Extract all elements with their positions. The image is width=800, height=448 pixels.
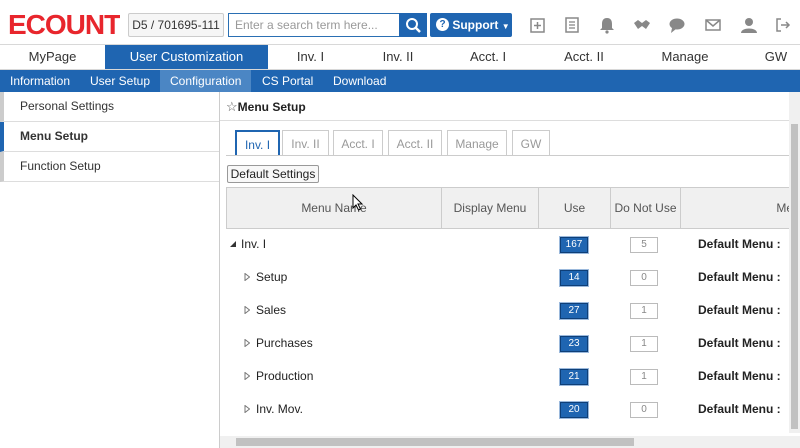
horizontal-scroll-thumb[interactable] [236,438,634,446]
menu-grid: Menu Name Display Menu Use Do Not Use Me… [226,187,790,439]
menu-name[interactable]: Production [256,369,313,383]
sub-tab-cs-portal[interactable]: CS Portal [252,70,323,92]
table-row: Inv. Mov. 20 0 Default Menu : [226,394,790,427]
vertical-scroll-thumb[interactable] [791,124,798,429]
default-menu-label: Default Menu : [698,369,781,383]
sub-tab-information[interactable]: Information [0,70,80,92]
not-use-count-badge[interactable]: 1 [630,303,658,319]
main-tab-inv-1[interactable]: Inv. I [268,45,353,69]
menu-name[interactable]: Purchases [256,336,313,350]
column-do-not-use[interactable]: Do Not Use [611,188,681,228]
page-title-text: Menu Setup [237,100,306,114]
collapsed-triangle-icon[interactable] [244,339,250,347]
handshake-icon[interactable] [633,16,651,34]
program-tab-inv-2[interactable]: Inv. II [282,130,329,156]
main-tab-acct-1[interactable]: Acct. I [443,45,533,69]
horizontal-scrollbar[interactable] [220,436,800,448]
table-row: Inv. I 167 5 Default Menu : [226,229,790,262]
vertical-scrollbar[interactable] [789,92,800,433]
use-count-badge[interactable]: 14 [560,270,588,286]
collapsed-triangle-icon[interactable] [244,306,250,314]
content-area: ☆Menu Setup Inv. I Inv. II Acct. I Acct.… [220,92,800,448]
table-row: Purchases 23 1 Default Menu : [226,328,790,361]
menu-name[interactable]: Setup [256,270,287,284]
table-row: Setup 14 0 Default Menu : [226,262,790,295]
left-menu-personal-settings[interactable]: Personal Settings [0,92,219,122]
sub-nav: Information User Setup Configuration CS … [0,70,800,92]
use-count-badge[interactable]: 23 [560,336,588,352]
menu-name[interactable]: Inv. Mov. [256,402,303,416]
bell-icon[interactable] [598,16,616,34]
collapsed-triangle-icon[interactable] [244,372,250,380]
logout-icon[interactable] [774,16,792,34]
column-display-menu[interactable]: Display Menu [442,188,539,228]
program-tab-gw[interactable]: GW [512,130,550,156]
left-menu: Personal Settings Menu Setup Function Se… [0,92,220,448]
main-tab-mypage[interactable]: MyPage [0,45,105,69]
program-tab-acct-1[interactable]: Acct. I [333,130,383,156]
search-icon [406,18,421,33]
column-menu-name[interactable]: Menu Name [227,188,442,228]
default-settings-button[interactable]: Default Settings [227,165,319,183]
not-use-count-badge[interactable]: 0 [630,270,658,286]
mail-icon[interactable] [704,16,722,34]
default-menu-label: Default Menu : [698,270,781,284]
not-use-count-badge[interactable]: 0 [630,402,658,418]
support-label: Support [452,18,499,32]
default-menu-label: Default Menu : [698,402,781,416]
logo-text: ECOUNT [8,10,120,38]
use-count-badge[interactable]: 167 [560,237,588,253]
search-button[interactable] [399,13,427,37]
program-tab-acct-2[interactable]: Acct. II [388,130,442,156]
column-use[interactable]: Use [539,188,611,228]
sub-tab-user-setup[interactable]: User Setup [80,70,160,92]
main-tab-acct-2[interactable]: Acct. II [533,45,635,69]
program-tab-manage[interactable]: Manage [447,130,507,156]
collapsed-triangle-icon[interactable] [244,273,250,281]
default-menu-label: Default Menu : [698,303,781,317]
menu-name[interactable]: Sales [256,303,286,317]
top-bar: ECOUNT D5 / 701695-111 ? Support ▼ [0,0,800,44]
main-tab-gw[interactable]: GW [735,45,800,69]
document-icon[interactable] [563,16,581,34]
main-tab-inv-2[interactable]: Inv. II [353,45,443,69]
use-count-badge[interactable]: 27 [560,303,588,319]
use-count-badge[interactable]: 20 [560,402,588,418]
left-menu-function-setup[interactable]: Function Setup [0,152,219,182]
use-count-badge[interactable]: 21 [560,369,588,385]
user-icon[interactable] [740,16,758,34]
default-menu-label: Default Menu : [698,237,781,251]
help-icon: ? [436,18,449,32]
left-menu-menu-setup[interactable]: Menu Setup [0,122,219,152]
caret-down-icon: ▼ [501,22,510,31]
title-divider [220,120,790,121]
not-use-count-badge[interactable]: 1 [630,369,658,385]
sub-tab-configuration[interactable]: Configuration [160,70,252,92]
support-button[interactable]: ? Support ▼ [430,13,512,37]
not-use-count-badge[interactable]: 1 [630,336,658,352]
main-tab-user-customization[interactable]: User Customization [105,45,268,69]
default-menu-label: Default Menu : [698,336,781,350]
tab-divider [226,155,790,156]
grid-header: Menu Name Display Menu Use Do Not Use Me [226,187,790,229]
company-code[interactable]: D5 / 701695-111 [128,13,224,37]
menu-name[interactable]: Inv. I [241,237,266,251]
not-use-count-badge[interactable]: 5 [630,237,658,253]
chat-icon[interactable] [668,16,686,34]
add-window-icon[interactable] [529,16,547,34]
table-row: Production 21 1 Default Menu : [226,361,790,394]
column-menu[interactable]: Me [681,188,790,228]
collapsed-triangle-icon[interactable] [244,405,250,413]
main-tab-manage[interactable]: Manage [635,45,735,69]
star-icon[interactable]: ☆ [226,99,238,114]
page-title: ☆Menu Setup [226,98,306,116]
ecount-logo[interactable]: ECOUNT [8,10,120,38]
table-row: Sales 27 1 Default Menu : [226,295,790,328]
mouse-cursor-icon [352,194,364,211]
search-input[interactable] [228,13,400,37]
main-nav: MyPage User Customization Inv. I Inv. II… [0,44,800,70]
program-tab-inv-1[interactable]: Inv. I [235,130,280,156]
sub-tab-download[interactable]: Download [323,70,396,92]
expanded-triangle-icon[interactable] [229,240,237,248]
